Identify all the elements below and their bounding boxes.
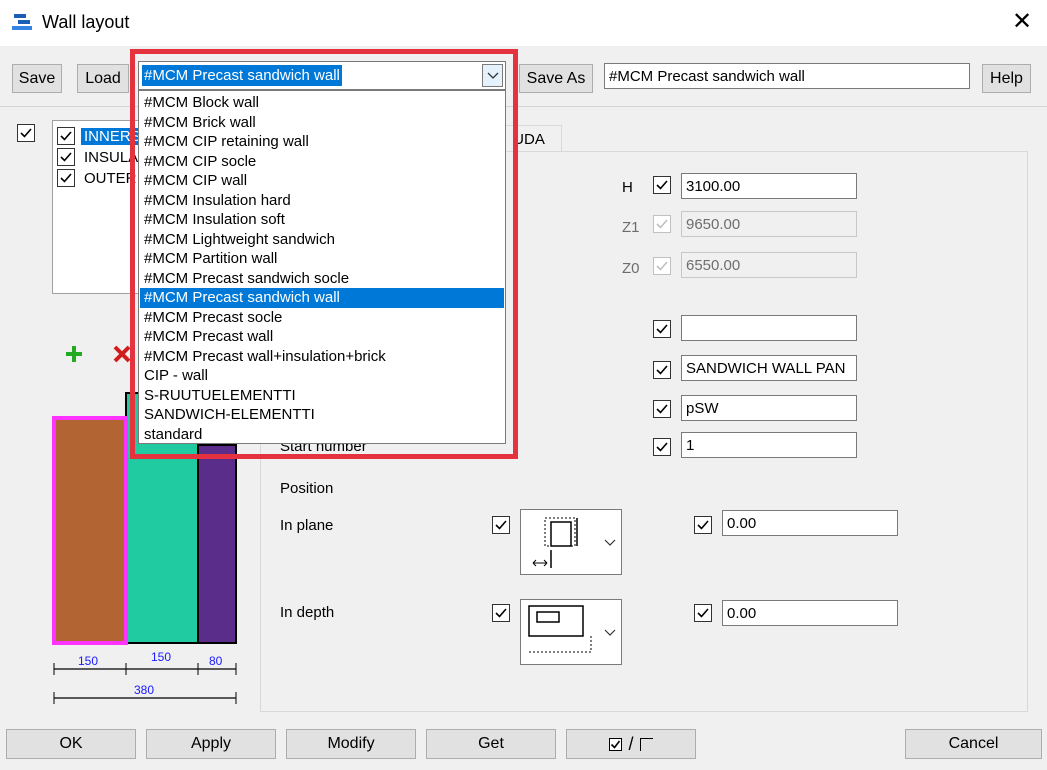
z1-label: Z1 <box>622 219 640 236</box>
get-button[interactable]: Get <box>426 729 556 759</box>
name-input[interactable]: SANDWICH WALL PAN <box>681 355 857 381</box>
in-plane-select[interactable] <box>520 509 622 575</box>
modify-button[interactable]: Modify <box>286 729 416 759</box>
layer-outer-checkbox[interactable] <box>57 169 75 187</box>
field5-checkbox[interactable] <box>653 361 671 379</box>
checked-box-icon <box>609 737 623 751</box>
toggle-slash: / <box>628 733 634 754</box>
diagram-outer-layer <box>197 444 237 644</box>
z1-checkbox <box>653 215 671 233</box>
prefix-input[interactable]: pSW <box>681 395 857 421</box>
app-icon <box>12 12 34 32</box>
z0-label: Z0 <box>622 260 640 277</box>
toggle-checkboxes-button[interactable]: / <box>566 729 696 759</box>
h-input[interactable]: 3100.00 <box>681 173 857 199</box>
layers-master-checkbox[interactable] <box>17 124 35 142</box>
layer-insulation-checkbox[interactable] <box>57 148 75 166</box>
diagram-inner-layer <box>52 416 128 645</box>
unchecked-box-icon <box>639 737 653 751</box>
window-title: Wall layout <box>42 12 130 32</box>
layer-inner-checkbox[interactable] <box>57 127 75 145</box>
field6-checkbox[interactable] <box>653 400 671 418</box>
in-plane-offset-checkbox[interactable] <box>694 516 712 534</box>
h-checkbox[interactable] <box>653 176 671 194</box>
title-bar <box>0 0 1047 46</box>
load-button[interactable]: Load <box>77 64 129 93</box>
layer-row-outer[interactable]: OUTER <box>57 168 140 188</box>
field4-input[interactable] <box>681 315 857 341</box>
in-depth-position-icon <box>528 605 616 653</box>
layer-row-insulation[interactable]: INSULA <box>57 147 141 167</box>
dim-label-inner: 150 <box>78 654 99 668</box>
dim-label-insulation: 150 <box>151 650 172 664</box>
close-button[interactable]: ✕ <box>1006 6 1038 38</box>
dropdown-highlight-frame <box>130 49 518 459</box>
h-label: H <box>622 179 633 196</box>
help-button[interactable]: Help <box>982 64 1031 93</box>
z1-input: 9650.00 <box>681 211 857 237</box>
in-depth-checkbox[interactable] <box>492 604 510 622</box>
field4-checkbox[interactable] <box>653 320 671 338</box>
delete-x-icon <box>113 345 131 363</box>
save-as-name-input[interactable]: #MCM Precast sandwich wall <box>604 63 970 89</box>
in-depth-select[interactable] <box>520 599 622 665</box>
ok-button[interactable]: OK <box>6 729 136 759</box>
in-depth-label: In depth <box>280 604 335 621</box>
apply-button[interactable]: Apply <box>146 729 276 759</box>
cancel-button[interactable]: Cancel <box>905 729 1042 759</box>
dim-label-total: 380 <box>134 683 155 697</box>
add-layer-button[interactable] <box>60 340 88 368</box>
in-depth-offset-checkbox[interactable] <box>694 604 712 622</box>
z0-input: 6550.00 <box>681 252 857 278</box>
dim-label-outer: 80 <box>209 654 223 668</box>
z0-checkbox <box>653 257 671 275</box>
plus-icon <box>66 346 82 362</box>
position-heading: Position <box>280 480 334 497</box>
save-as-button[interactable]: Save As <box>519 64 593 93</box>
in-depth-offset-input[interactable]: 0.00 <box>722 600 898 626</box>
in-plane-offset-input[interactable]: 0.00 <box>722 510 898 536</box>
start-number-input[interactable]: 1 <box>681 432 857 458</box>
start-number-checkbox[interactable] <box>653 438 671 456</box>
in-plane-label: In plane <box>280 517 334 534</box>
in-plane-position-icon <box>532 517 616 568</box>
save-button[interactable]: Save <box>12 64 62 93</box>
in-plane-checkbox[interactable] <box>492 516 510 534</box>
